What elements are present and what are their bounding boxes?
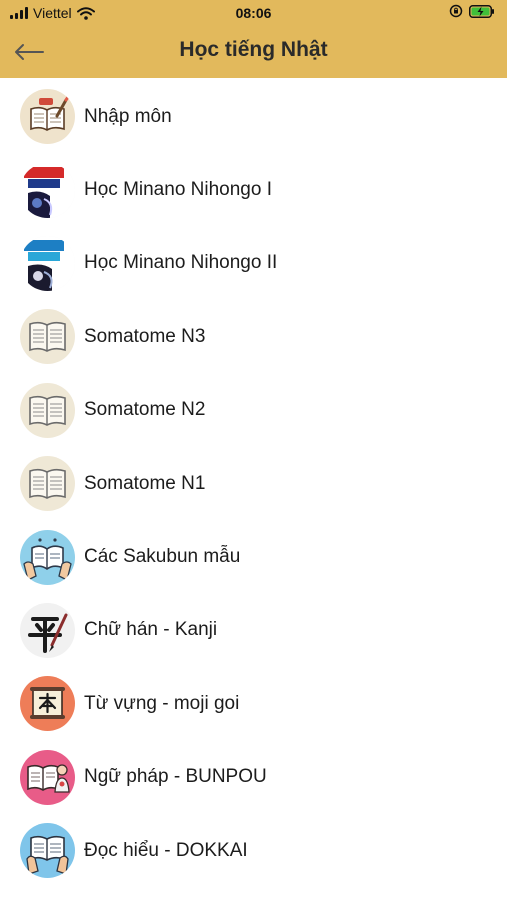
list-item-label: Somatome N1 — [84, 472, 206, 494]
battery-charging-icon — [469, 4, 494, 18]
minna-book-cover-1-icon — [20, 162, 75, 218]
list-item-somatome-n3[interactable]: Somatome N3 — [0, 300, 507, 373]
list-item-somatome-n2[interactable]: Somatome N2 — [0, 374, 507, 447]
orientation-lock-icon — [449, 4, 463, 18]
kanji-brush-icon — [20, 602, 75, 658]
app-header: Viettel 08:06 Học tiếng Nhật — [0, 0, 507, 78]
list-item-label: Học Minano Nihongo I — [84, 179, 272, 201]
list-item-label: Từ vựng - moji goi — [84, 692, 240, 714]
list-item-minano-1[interactable]: Học Minano Nihongo I — [0, 153, 507, 226]
open-book-icon — [20, 382, 75, 438]
list-item-nhap-mon[interactable]: Nhập môn — [0, 80, 507, 153]
list-item-doc-hieu[interactable]: Đọc hiểu - DOKKAI — [0, 814, 507, 887]
page-title: Học tiếng Nhật — [179, 38, 328, 61]
list-item-ngu-phap[interactable]: Ngữ pháp - BUNPOU — [0, 741, 507, 814]
hands-holding-book-icon — [20, 529, 75, 585]
open-book-icon — [20, 456, 75, 512]
reading-book-icon — [20, 823, 75, 879]
list-item-label: Chữ hán - Kanji — [84, 619, 218, 641]
list-item-label: Nhập môn — [84, 105, 172, 127]
list-item-sakubun[interactable]: Các Sakubun mẫu — [0, 520, 507, 593]
list-item-minano-2[interactable]: Học Minano Nihongo II — [0, 227, 507, 300]
list-item-label: Somatome N3 — [84, 325, 206, 347]
lesson-list: Nhập môn Học Minano Nihongo I Học Minano… — [0, 80, 507, 887]
list-item-label: Somatome N2 — [84, 399, 206, 421]
list-item-label: Đọc hiểu - DOKKAI — [84, 839, 248, 861]
scroll-kanji-icon — [20, 676, 75, 732]
list-item-kanji[interactable]: Chữ hán - Kanji — [0, 594, 507, 667]
status-bar: Viettel 08:06 — [0, 0, 507, 26]
list-item-label: Ngữ pháp - BUNPOU — [84, 766, 267, 788]
notebook-pencil-icon — [20, 89, 75, 145]
list-item-label: Học Minano Nihongo II — [84, 252, 278, 274]
list-item-somatome-n1[interactable]: Somatome N1 — [0, 447, 507, 520]
nav-bar: Học tiếng Nhật — [0, 30, 507, 76]
open-book-icon — [20, 309, 75, 365]
book-with-character-icon — [20, 749, 75, 805]
status-right — [449, 4, 495, 18]
list-item-label: Các Sakubun mẫu — [84, 546, 241, 568]
list-item-tu-vung[interactable]: Từ vựng - moji goi — [0, 667, 507, 740]
minna-book-cover-2-icon — [20, 235, 75, 291]
status-time: 08:06 — [235, 5, 272, 21]
